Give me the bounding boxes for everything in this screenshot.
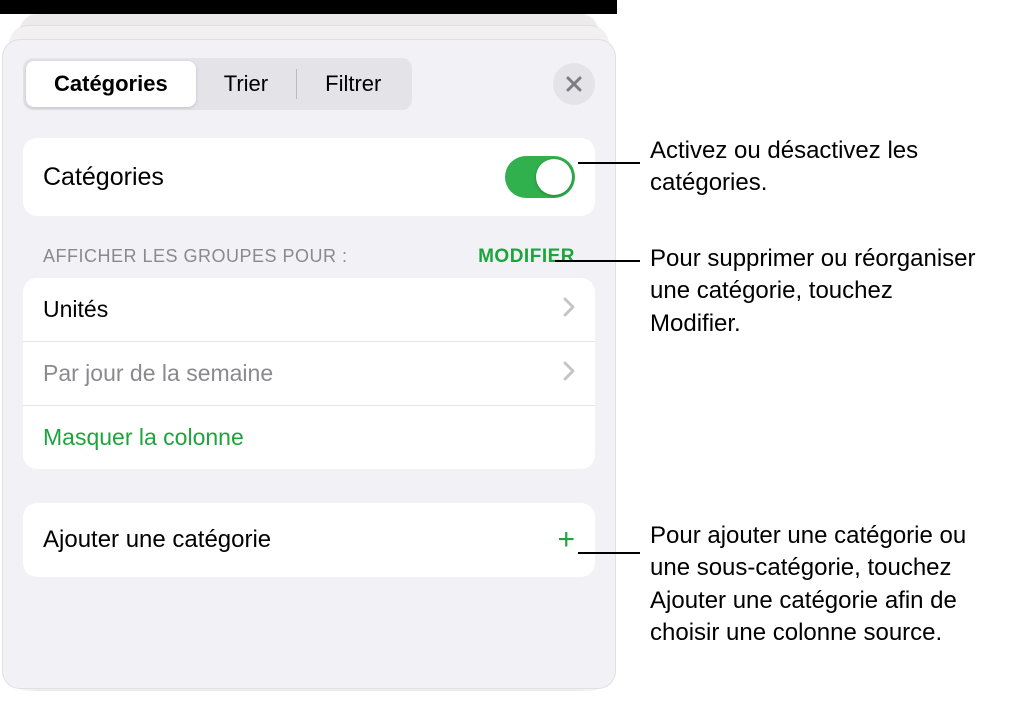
chevron-right-icon <box>563 296 575 323</box>
hide-column-label: Masquer la colonne <box>43 424 244 451</box>
close-button[interactable] <box>553 63 595 105</box>
callout-leader-edit <box>555 260 640 262</box>
groups-section-header: AFFICHER LES GROUPES POUR : MODIFIER <box>23 246 595 278</box>
chevron-right-icon <box>563 360 575 387</box>
group-row-label: Par jour de la semaine <box>43 360 273 387</box>
categories-panel: Catégories Trier Filtrer Catégories <box>2 39 616 689</box>
edit-button[interactable]: MODIFIER <box>478 246 575 268</box>
tab-sort-label: Trier <box>224 71 268 96</box>
group-row-units[interactable]: Unités <box>23 278 595 341</box>
group-row-weekday[interactable]: Par jour de la semaine <box>23 341 595 405</box>
categories-toggle-switch[interactable] <box>505 156 575 198</box>
tab-bar-row: Catégories Trier Filtrer <box>23 58 595 110</box>
close-icon <box>565 75 583 93</box>
window-top-bar <box>0 0 617 14</box>
callout-leader-add <box>578 552 640 554</box>
tab-filter-label: Filtrer <box>325 71 381 96</box>
tab-categories[interactable]: Catégories <box>26 61 196 107</box>
add-category-label: Ajouter une catégorie <box>43 526 271 554</box>
categories-toggle-row: Catégories <box>23 138 595 216</box>
tab-sort[interactable]: Trier <box>196 61 296 107</box>
hide-column-button[interactable]: Masquer la colonne <box>23 405 595 469</box>
callout-toggle: Activez ou désactivez les catégories. <box>650 135 990 200</box>
add-category-button[interactable]: Ajouter une catégorie + <box>23 503 595 577</box>
callout-edit: Pour supprimer ou réorganiser une catégo… <box>650 243 990 340</box>
callout-add: Pour ajouter une catégorie ou une sous-c… <box>650 520 990 650</box>
group-row-label: Unités <box>43 296 108 323</box>
groups-list: Unités Par jour de la semaine Masquer la… <box>23 278 595 469</box>
categories-toggle-label: Catégories <box>43 163 164 192</box>
segmented-control: Catégories Trier Filtrer <box>23 58 412 110</box>
callout-leader-toggle <box>578 162 640 164</box>
plus-icon: + <box>557 523 575 557</box>
switch-knob <box>536 159 572 195</box>
tab-filter[interactable]: Filtrer <box>297 61 409 107</box>
tab-categories-label: Catégories <box>54 71 168 96</box>
groups-header-label: AFFICHER LES GROUPES POUR : <box>43 246 348 267</box>
